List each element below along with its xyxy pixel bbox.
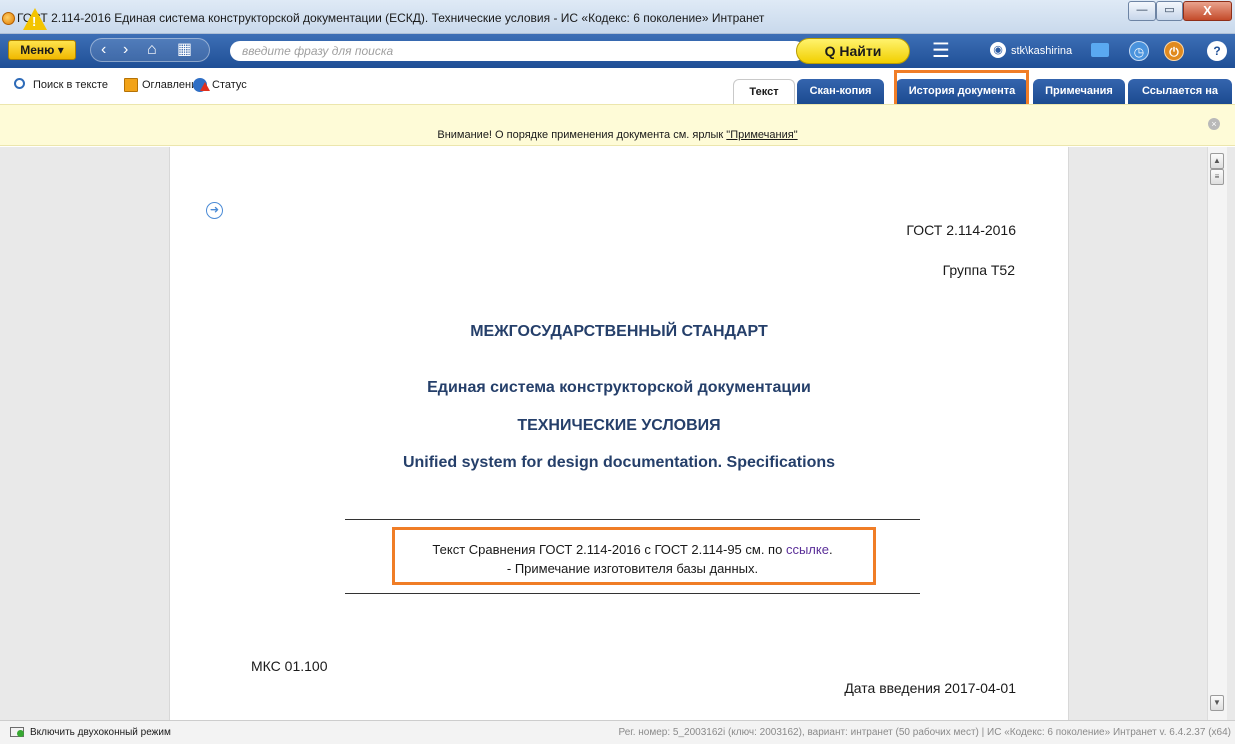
search-in-text-button[interactable]: Поиск в тексте (33, 79, 108, 91)
title-bar: ГОСТ 2.114-2016 Единая система конструкт… (0, 0, 1235, 34)
minimize-button[interactable]: — (1128, 1, 1156, 21)
user-icon[interactable]: ◉ (990, 42, 1006, 58)
app-logo-icon (2, 12, 15, 25)
close-button[interactable]: X (1183, 1, 1232, 21)
registration-info: Рег. номер: 5_2003162i (ключ: 2003162), … (618, 727, 1232, 738)
document-group: Группа Т52 (942, 262, 1015, 278)
introduction-date: Дата введения 2017-04-01 (844, 680, 1016, 696)
grid-icon[interactable]: ▦ (177, 41, 192, 59)
clock-icon[interactable]: ◷ (1129, 41, 1149, 61)
divider-bottom (345, 593, 920, 594)
document-subject: ТЕХНИЧЕСКИЕ УСЛОВИЯ (517, 417, 721, 434)
notice-text: Внимание! О порядке применения документа… (437, 129, 727, 141)
tab-document-history[interactable]: История документа (896, 79, 1028, 104)
scroll-thumb[interactable]: ≡ (1210, 169, 1224, 185)
dual-window-icon[interactable] (10, 727, 24, 737)
forward-icon[interactable]: › (123, 41, 128, 59)
database-note: - Примечание изготовителя базы данных. (506, 561, 759, 576)
document-designation: ГОСТ 2.114-2016 (906, 222, 1016, 238)
document-heading: МЕЖГОСУДАРСТВЕННЫЙ СТАНДАРТ (470, 323, 768, 340)
scroll-up-button[interactable]: ▲ (1210, 153, 1224, 169)
main-toolbar: Меню ▾ ‹ › ⌂ ▦ Q Найти ☰ ◉ stk\kashirina… (0, 34, 1235, 68)
navigation-arrow-icon[interactable]: ➜ (206, 202, 223, 219)
hamburger-menu-icon[interactable]: ☰ (932, 41, 950, 61)
dual-window-toggle[interactable]: Включить двухоконный режим (30, 727, 171, 738)
menu-button[interactable]: Меню ▾ (8, 40, 76, 60)
search-input[interactable] (230, 41, 805, 61)
help-icon[interactable]: ? (1207, 41, 1227, 61)
status-icon[interactable] (193, 78, 210, 92)
tab-scan-copy[interactable]: Скан-копия (797, 79, 884, 104)
maximize-button[interactable]: ▭ (1156, 1, 1183, 21)
timer-icon[interactable]: ⏻ (1164, 41, 1184, 61)
comparison-link[interactable]: ссылке (786, 542, 829, 557)
vertical-scrollbar[interactable] (1207, 147, 1227, 720)
close-notice-icon[interactable]: × (1208, 118, 1220, 130)
user-name[interactable]: stk\kashirina (1011, 45, 1072, 57)
app-window: ГОСТ 2.114-2016 Единая система конструкт… (0, 0, 1235, 744)
back-icon[interactable]: ‹ (101, 41, 106, 59)
notice-message: Внимание! О порядке применения документа… (0, 129, 1235, 141)
search-in-text-icon[interactable] (14, 78, 25, 89)
comparison-note-text: Текст Сравнения ГОСТ 2.114-2016 с ГОСТ 2… (432, 542, 786, 557)
contents-icon[interactable] (124, 78, 138, 92)
notes-link[interactable]: "Примечания" (726, 129, 797, 141)
tab-references[interactable]: Ссылается на (1128, 79, 1232, 104)
warning-mark: ! (32, 14, 37, 29)
mks-code: МКС 01.100 (251, 658, 328, 674)
navigation-group: ‹ › ⌂ ▦ (90, 38, 210, 62)
english-title: Unified system for design documentation.… (402, 454, 836, 471)
comparison-note-end: . (828, 542, 833, 557)
status-button[interactable]: Статус (212, 79, 247, 91)
tab-text[interactable]: Текст (733, 79, 795, 104)
window-title: ГОСТ 2.114-2016 Единая система конструкт… (17, 11, 765, 25)
comparison-note: Текст Сравнения ГОСТ 2.114-2016 с ГОСТ 2… (345, 542, 920, 557)
folder-icon[interactable] (1091, 43, 1109, 57)
scroll-down-button[interactable]: ▼ (1210, 695, 1224, 711)
system-title: Единая система конструкторской документа… (427, 379, 811, 396)
divider-top (345, 519, 920, 520)
tab-notes[interactable]: Примечания (1033, 79, 1125, 104)
home-icon[interactable]: ⌂ (147, 41, 157, 59)
find-button[interactable]: Q Найти (796, 38, 910, 64)
